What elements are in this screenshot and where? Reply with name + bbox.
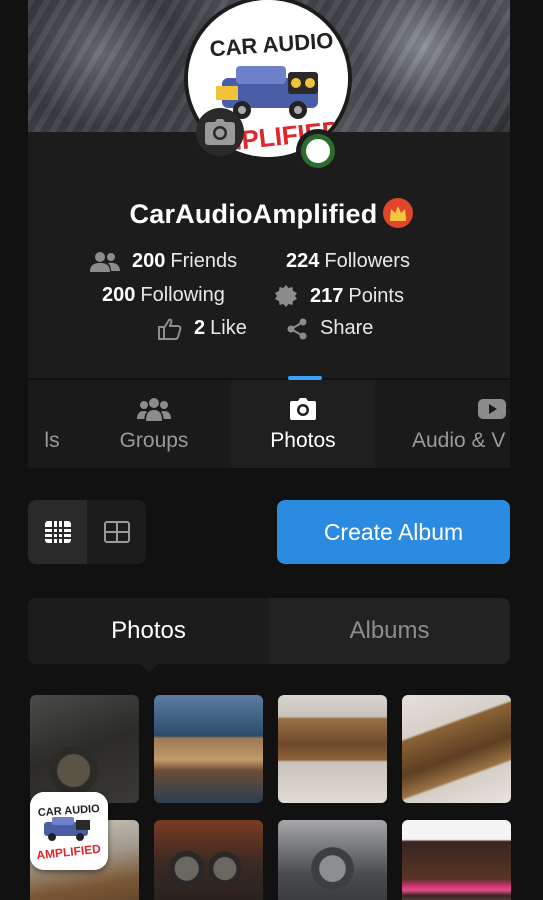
friends-icon bbox=[90, 251, 120, 273]
username-text: CarAudioAmplified bbox=[129, 199, 378, 229]
photo-thumbnail[interactable] bbox=[402, 695, 511, 803]
camera-icon bbox=[205, 119, 235, 145]
tab-groups[interactable]: Groups bbox=[82, 380, 226, 468]
following-stat[interactable]: 200 Following bbox=[102, 284, 225, 307]
create-album-button[interactable]: Create Album bbox=[277, 500, 510, 564]
photo-thumbnail[interactable] bbox=[278, 695, 387, 803]
profile-tabs: ls Groups Photos Audio & V bbox=[28, 380, 510, 468]
like-button[interactable]: 2 Like bbox=[158, 317, 247, 340]
profile-username: CarAudioAmplified bbox=[0, 198, 543, 230]
grid-small-icon bbox=[44, 521, 71, 543]
photo-thumbnail[interactable] bbox=[30, 695, 139, 803]
crown-badge-icon bbox=[383, 198, 414, 228]
small-grid-view-button[interactable] bbox=[28, 500, 87, 564]
tab-audio-video[interactable]: Audio & V bbox=[380, 380, 510, 468]
app-logo-floating[interactable]: CAR AUDIO AMPLIFIED bbox=[30, 792, 108, 870]
photo-thumbnail[interactable] bbox=[402, 820, 511, 900]
groups-icon bbox=[137, 395, 171, 423]
segment-albums[interactable]: Albums bbox=[269, 598, 510, 664]
share-icon bbox=[286, 318, 308, 340]
tab-partial[interactable]: ls bbox=[28, 380, 78, 468]
thumbs-up-icon bbox=[158, 318, 182, 340]
friends-stat[interactable]: 200 Friends bbox=[90, 250, 237, 273]
segment-caret bbox=[140, 664, 158, 673]
car-audio-logo-small: CAR AUDIO AMPLIFIED bbox=[30, 792, 108, 870]
followers-stat[interactable]: 224 Followers bbox=[286, 250, 410, 273]
points-stat[interactable]: 217 Points bbox=[274, 284, 404, 308]
online-status-indicator bbox=[296, 129, 340, 173]
points-badge-icon bbox=[274, 284, 298, 308]
profile-page: CAR AUDIO AMPLIFIED CarAudioAmplified 20… bbox=[0, 0, 543, 900]
segment-photos[interactable]: Photos bbox=[28, 598, 269, 664]
change-avatar-button[interactable] bbox=[196, 108, 244, 156]
photo-thumbnail[interactable] bbox=[154, 820, 263, 900]
photo-thumbnail[interactable] bbox=[278, 820, 387, 900]
video-icon bbox=[412, 395, 506, 423]
grid-large-icon bbox=[103, 521, 130, 543]
photos-albums-segment: Photos Albums bbox=[28, 598, 510, 664]
photo-thumbnail[interactable] bbox=[154, 695, 263, 803]
large-grid-view-button[interactable] bbox=[87, 500, 146, 564]
share-button[interactable]: Share bbox=[286, 317, 373, 340]
view-mode-toggle bbox=[28, 500, 146, 564]
tab-photos[interactable]: Photos bbox=[231, 380, 375, 468]
camera-icon bbox=[290, 395, 316, 423]
